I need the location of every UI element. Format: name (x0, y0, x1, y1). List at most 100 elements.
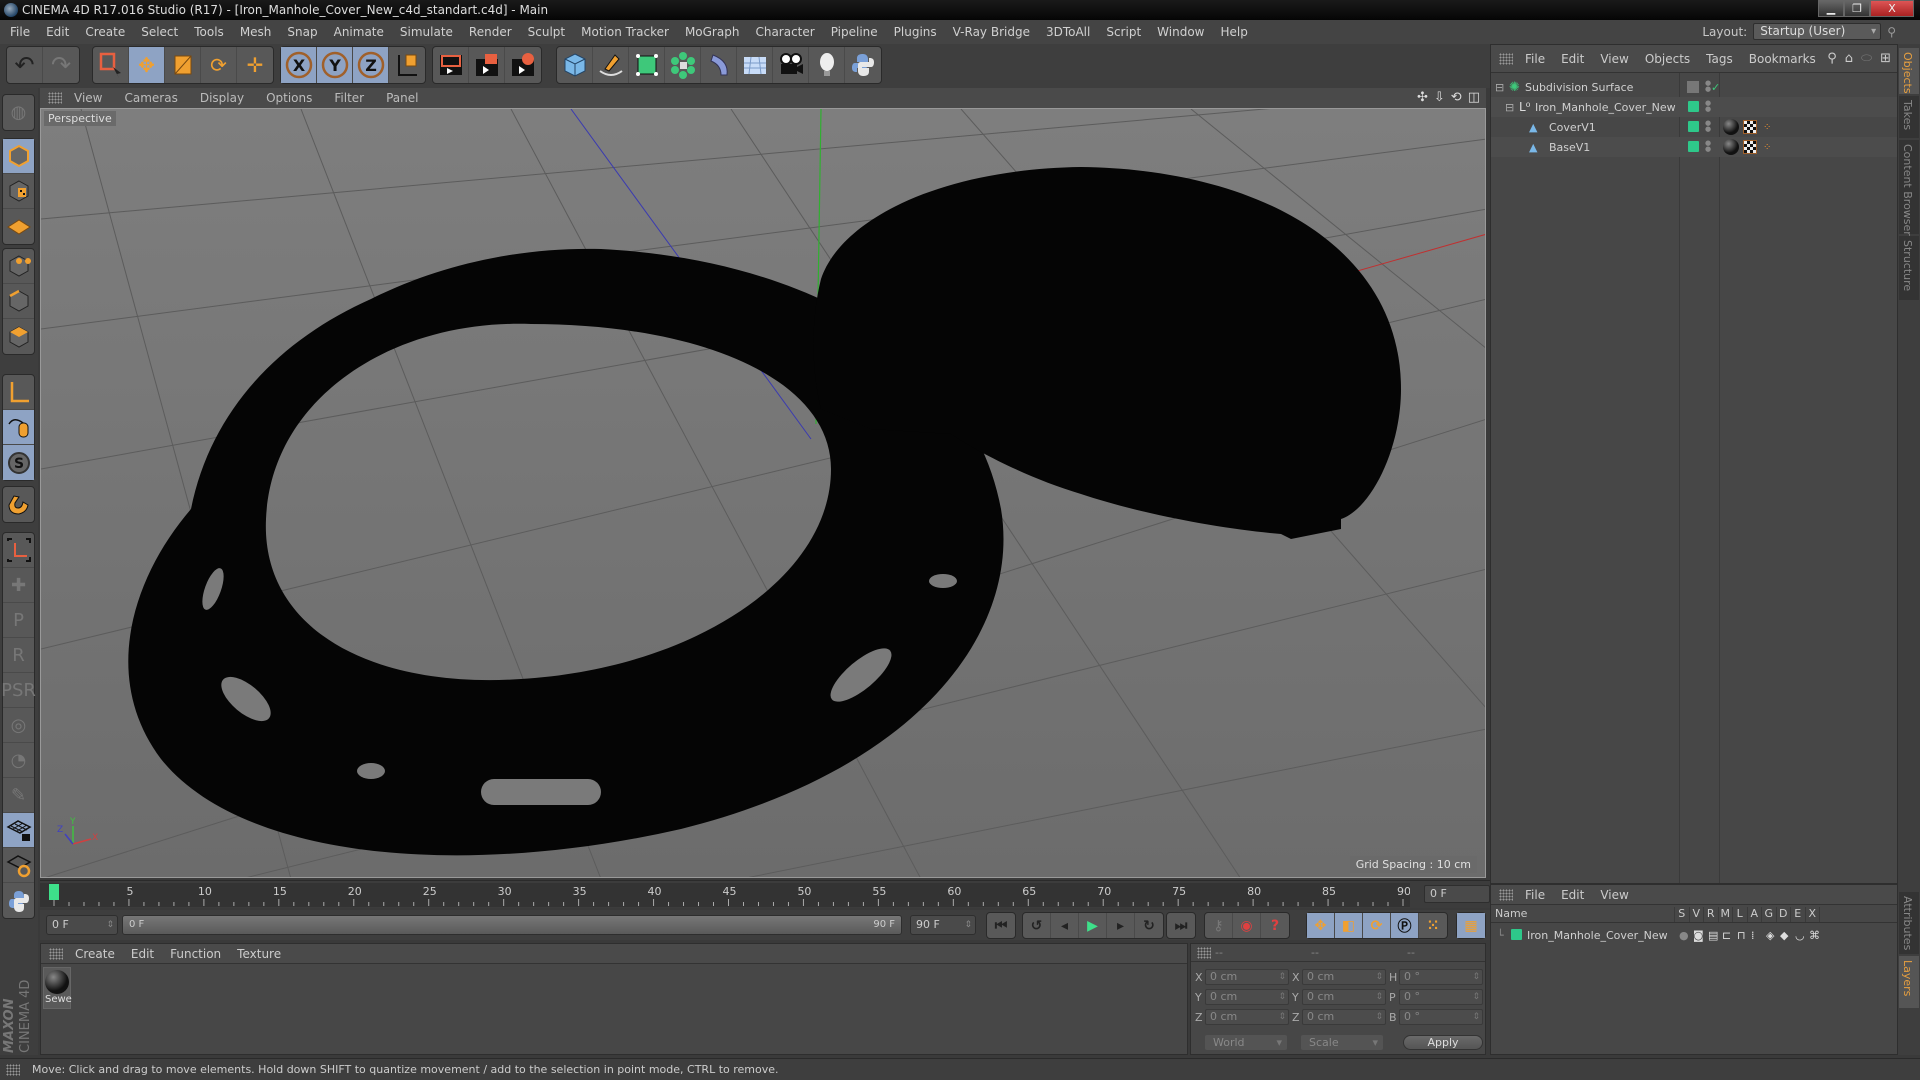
align-workplane-icon[interactable] (3, 848, 34, 883)
key-rotation-icon[interactable]: ⟳ (1363, 913, 1391, 938)
material-menu-create[interactable]: Create (75, 947, 115, 961)
scale-icon[interactable] (165, 47, 201, 83)
column-xref[interactable]: X (1806, 907, 1820, 922)
python-script-icon[interactable] (3, 883, 34, 918)
panel-grip-icon[interactable] (48, 92, 62, 104)
texture-mode-icon[interactable] (3, 174, 34, 209)
deformers-toggle-icon[interactable]: ◆ (1780, 929, 1788, 942)
apply-button[interactable]: Apply (1403, 1035, 1483, 1050)
new-window-icon[interactable]: ⊞ (1880, 51, 1891, 66)
pose-edit-icon[interactable]: ✎ (3, 778, 34, 813)
python-icon[interactable] (845, 47, 881, 83)
layer-color-icon[interactable] (1688, 141, 1699, 152)
enabled-check-icon[interactable]: ✓ (1711, 81, 1720, 94)
menu-animate[interactable]: Animate (334, 25, 384, 39)
render-to-picture-viewer-icon[interactable] (469, 47, 505, 83)
render-view-icon[interactable] (433, 47, 469, 83)
frame-range-slider[interactable]: 0 F 90 F (122, 915, 902, 935)
render-settings-icon[interactable] (505, 47, 541, 83)
size-z-field[interactable]: 0 cm (1302, 1009, 1386, 1025)
rotation-h-field[interactable]: 0 ° (1399, 969, 1483, 985)
record-active-icon[interactable]: ◉ (1233, 913, 1261, 938)
visibility-dots-icon[interactable]: ● ● (1705, 140, 1711, 153)
visibility-dots-icon[interactable]: ● ● (1705, 100, 1711, 113)
viewport-3d[interactable]: Perspective Y X Z Grid Spacing : 10 cm (40, 108, 1486, 878)
layer-color-icon[interactable] (1511, 929, 1522, 940)
workplane-axis-icon[interactable] (3, 533, 34, 568)
y-axis-lock-icon[interactable]: Y (317, 47, 353, 83)
tab-structure[interactable]: Structure (1899, 236, 1919, 300)
play-icon[interactable]: ▶ (1079, 913, 1107, 938)
menu-select[interactable]: Select (141, 25, 178, 39)
menu-edit[interactable]: Edit (46, 25, 69, 39)
column-name[interactable]: Name (1491, 907, 1675, 922)
viewport-pan-icon[interactable]: ✣ (1417, 90, 1428, 105)
rotate-icon[interactable]: ⟳ (201, 47, 237, 83)
menu-window[interactable]: Window (1157, 25, 1204, 39)
light-icon[interactable] (809, 47, 845, 83)
material-menu-edit[interactable]: Edit (131, 947, 154, 961)
column-locked[interactable]: L (1733, 907, 1748, 922)
viewport-orbit-icon[interactable]: ⟲ (1451, 90, 1462, 105)
add-pose-icon[interactable]: ✚ (3, 568, 34, 603)
expressions-toggle-icon[interactable]: ◡ (1795, 929, 1805, 942)
layer-swatch-icon[interactable] (1687, 81, 1699, 93)
rotation-b-field[interactable]: 0 ° (1399, 1009, 1483, 1025)
phong-tag-icon[interactable]: ⁘ (1763, 142, 1771, 153)
material-menu-texture[interactable]: Texture (237, 947, 281, 961)
position-y-field[interactable]: 0 cm (1205, 989, 1289, 1005)
autokey-icon[interactable]: ? (1261, 913, 1289, 938)
pose-target-icon[interactable]: ◎ (3, 708, 34, 743)
column-generators[interactable]: G (1762, 907, 1777, 922)
object-name[interactable]: Iron_Manhole_Cover_New (1535, 101, 1676, 114)
menu-mesh[interactable]: Mesh (240, 25, 272, 39)
live-selection-icon[interactable] (93, 47, 129, 83)
home-icon[interactable]: ⌂ (1845, 51, 1853, 66)
layers-menu-edit[interactable]: Edit (1561, 888, 1584, 902)
rotation-p-field[interactable]: 0 ° (1399, 989, 1483, 1005)
tab-objects[interactable]: Objects (1899, 48, 1919, 94)
move-icon[interactable]: ✥ (129, 47, 165, 83)
viewport-menu-display[interactable]: Display (200, 91, 244, 105)
panel-grip-icon[interactable] (1197, 946, 1211, 959)
uvw-tag-icon[interactable] (1743, 140, 1757, 154)
viewport-menu-view[interactable]: View (74, 91, 102, 105)
key-pla-icon[interactable]: ⁙ (1419, 913, 1447, 938)
undo-icon[interactable]: ↶ (7, 47, 43, 83)
snap-magnet-icon[interactable] (3, 487, 34, 522)
layer-color-icon[interactable] (1688, 121, 1699, 132)
objects-menu-tags[interactable]: Tags (1706, 52, 1733, 66)
generators-toggle-icon[interactable]: ◈ (1766, 929, 1774, 942)
column-animation[interactable]: A (1748, 907, 1762, 922)
menu-render[interactable]: Render (469, 25, 512, 39)
goto-start-icon[interactable]: ⏮ (987, 913, 1015, 938)
menu-simulate[interactable]: Simulate (400, 25, 453, 39)
floor-icon[interactable] (737, 47, 773, 83)
pose-psr-icon[interactable]: PSR (1, 673, 36, 708)
panel-grip-icon[interactable] (1499, 52, 1513, 65)
manager-toggle-icon[interactable]: ⊏ (1722, 929, 1731, 942)
search-icon[interactable]: ⚲ (1887, 25, 1896, 39)
visibility-icon[interactable]: ⬭ (1861, 51, 1872, 66)
timeline-ruler[interactable]: 051015202530354045505560657075808590 0 F (40, 880, 1490, 908)
menu-tools[interactable]: Tools (194, 25, 224, 39)
menu-motion-tracker[interactable]: Motion Tracker (581, 25, 669, 39)
key-scale-icon[interactable]: ◧ (1335, 913, 1363, 938)
material-swatch[interactable]: Sewe (43, 967, 72, 1009)
maximize-button[interactable]: ❐ (1844, 0, 1870, 17)
column-solo[interactable]: S (1675, 907, 1690, 922)
tweak-mode-icon[interactable] (3, 410, 34, 445)
collapse-icon[interactable]: ⊟ (1495, 81, 1504, 94)
z-axis-lock-icon[interactable]: Z (353, 47, 389, 83)
menu-snap[interactable]: Snap (287, 25, 317, 39)
camera-label[interactable]: Perspective (44, 111, 116, 126)
next-key-icon[interactable]: ↻ (1135, 913, 1163, 938)
layer-name[interactable]: Iron_Manhole_Cover_New (1527, 929, 1668, 942)
timeline-window-icon[interactable]: ▦ (1457, 913, 1485, 938)
viewport-menu-options[interactable]: Options (266, 91, 312, 105)
redo-icon[interactable]: ↷ (43, 47, 79, 83)
viewport-menu-cameras[interactable]: Cameras (124, 91, 177, 105)
polygons-mode-icon[interactable] (3, 319, 34, 354)
visibility-dots-icon[interactable]: ● ● (1705, 80, 1711, 93)
menu-3dtoall[interactable]: 3DToAll (1046, 25, 1090, 39)
